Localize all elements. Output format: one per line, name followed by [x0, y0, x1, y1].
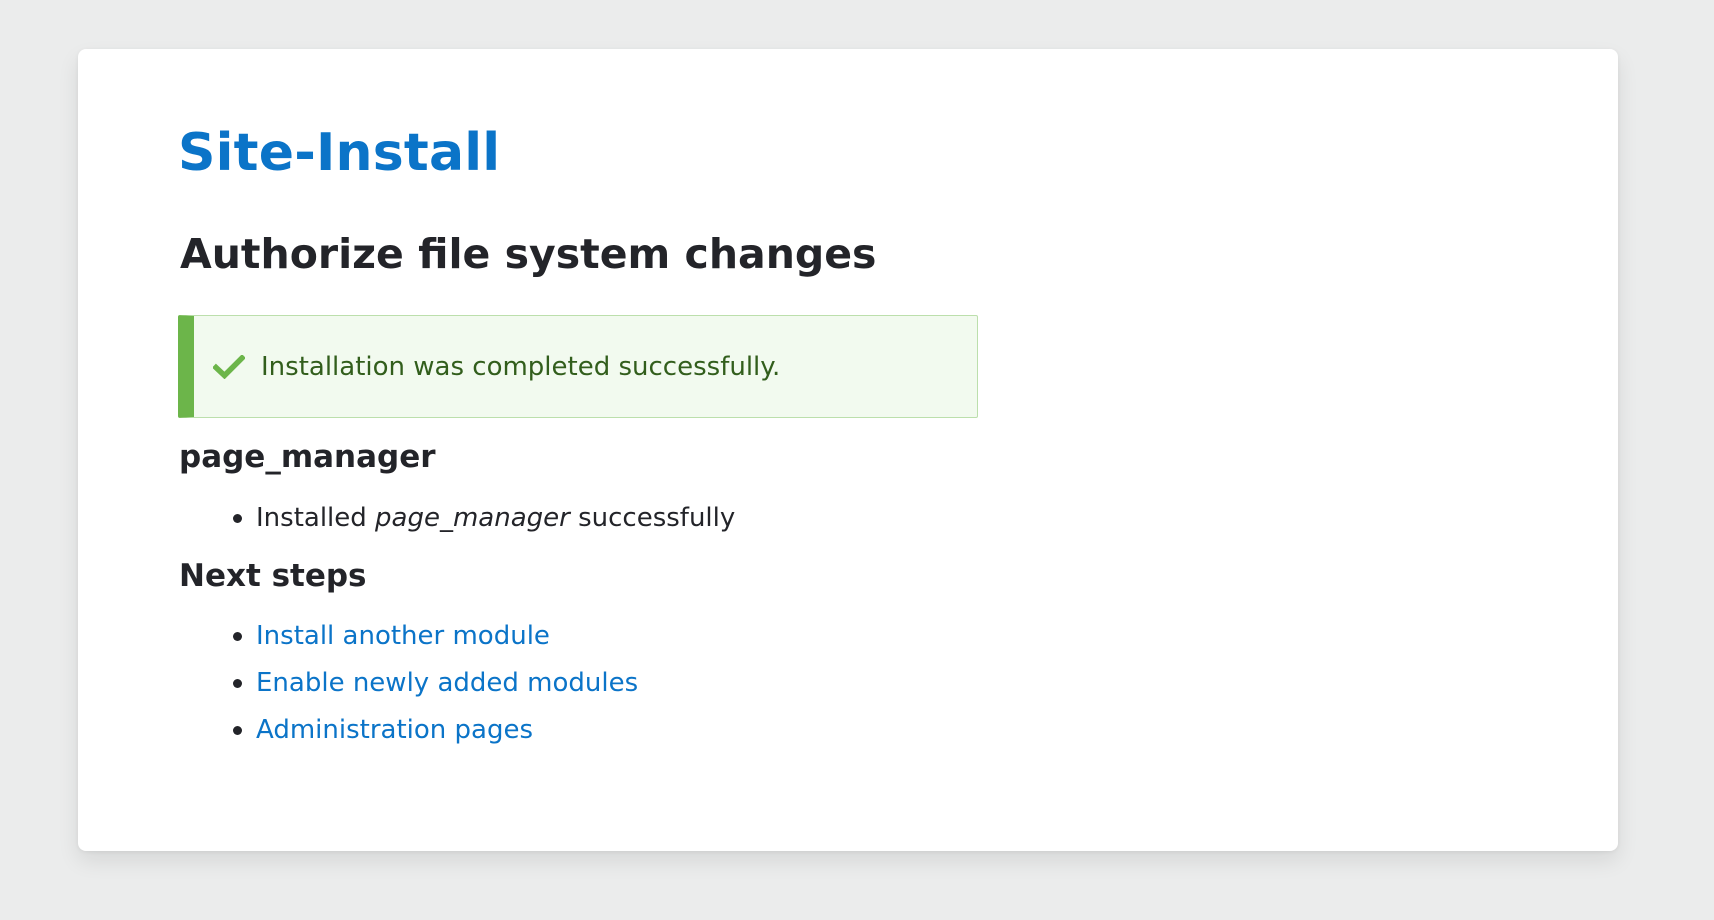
module-heading: page_manager: [179, 439, 436, 475]
administration-pages-link[interactable]: Administration pages: [256, 715, 533, 745]
list-item: Enable newly added modules: [233, 660, 1518, 707]
page-title: Authorize file system changes: [180, 230, 877, 278]
list-item: Installed page_manager successfully: [233, 495, 1518, 541]
list-item: Administration pages: [233, 707, 1518, 754]
list-item: Install another module: [233, 613, 1518, 660]
bullet-icon: [233, 726, 242, 735]
result-suffix: successfully: [569, 503, 736, 533]
next-steps-heading: Next steps: [179, 558, 367, 594]
status-text: Installation was completed successfully.: [261, 351, 781, 382]
result-module-name: page_manager: [375, 503, 570, 533]
check-icon: [212, 353, 246, 379]
module-result-list: Installed page_manager successfully: [178, 495, 1518, 541]
install-card: Site-Install Authorize file system chang…: [78, 49, 1618, 851]
bullet-icon: [233, 514, 242, 523]
module-result-text: Installed page_manager successfully: [256, 503, 735, 533]
bullet-icon: [233, 679, 242, 688]
enable-modules-link[interactable]: Enable newly added modules: [256, 668, 638, 698]
next-steps-list: Install another module Enable newly adde…: [178, 613, 1518, 754]
site-title[interactable]: Site-Install: [178, 127, 1518, 185]
install-another-module-link[interactable]: Install another module: [256, 621, 550, 651]
result-prefix: Installed: [256, 503, 376, 533]
status-message: Installation was completed successfully.: [178, 315, 978, 418]
bullet-icon: [233, 632, 242, 641]
